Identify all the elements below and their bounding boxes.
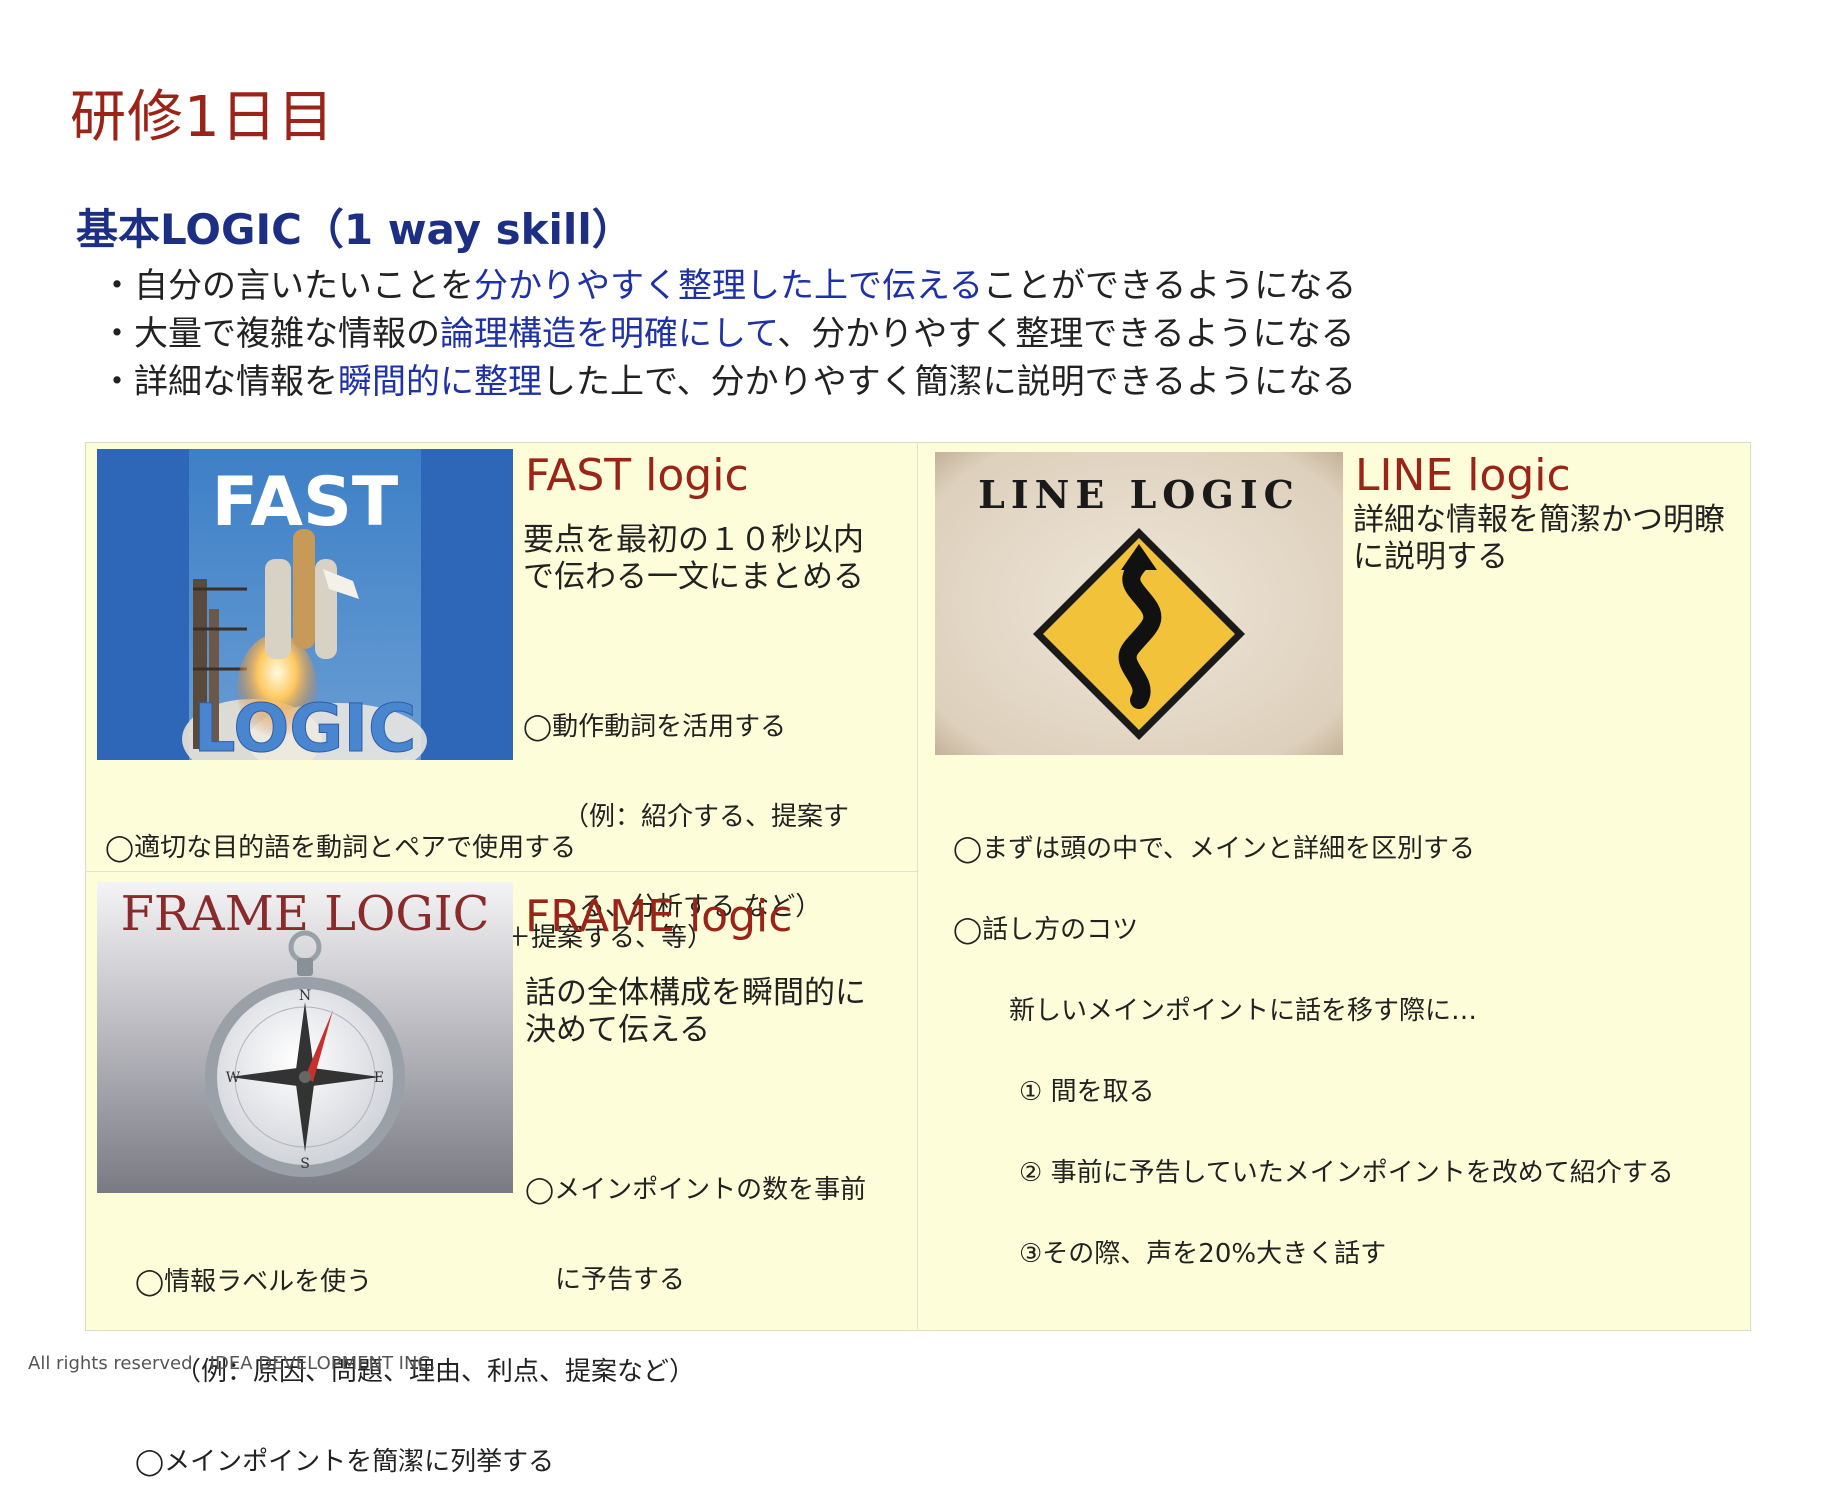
note-line: ◯まずは頭の中で、メインと詳細を区別する: [953, 834, 1476, 864]
objective-text: ・大量で複雑な情報の: [100, 314, 440, 354]
svg-text:S: S: [300, 1156, 310, 1172]
objective-text: ・自分の言いたいことを: [100, 266, 474, 306]
description-line: で伝わる一文にまとめる: [523, 559, 864, 595]
copyright-footer: All rights reserved IDEA DEVELOPMENT INC…: [28, 1353, 436, 1374]
line-notes: ◯まずは頭の中で、メインと詳細を区別する ◯話し方のコツ 新しいメインポイントに…: [953, 782, 1674, 1295]
objective-text: 、分かりやすく整理できるようになる: [777, 314, 1355, 354]
note-line: ◯動作動詞を活用する: [523, 712, 787, 742]
note-line: ◯情報ラベルを使う: [135, 1267, 373, 1297]
note-line: ③その際、声を20%大きく話す: [1019, 1239, 1387, 1269]
fast-logic-description: 要点を最初の１０秒以内 で伝わる一文にまとめる: [523, 522, 864, 596]
description-line: 話の全体構成を瞬間的に: [525, 975, 866, 1011]
frame-logic-title: FRAME logic: [525, 891, 793, 942]
objective-item: ・大量で複雑な情報の論理構造を明確にして、分かりやすく整理できるようになる: [100, 310, 1356, 358]
line-logic-description: 詳細な情報を簡潔かつ明瞭 に説明する: [1353, 502, 1725, 576]
note-line: ② 事前に予告していたメインポイントを改めて紹介する: [1019, 1158, 1674, 1188]
objective-item: ・自分の言いたいことを分かりやすく整理した上で伝えることができるようになる: [100, 262, 1356, 310]
note-line: ◯適切な目的語を動詞とペアで使用する: [105, 833, 577, 863]
panel-divider-vertical: [917, 442, 918, 1329]
note-line: ◯メインポイントの数を事前: [525, 1175, 867, 1205]
frame-logic-description: 話の全体構成を瞬間的に 決めて伝える: [525, 975, 866, 1049]
rocket-launch-image: FAST LOGIC: [97, 449, 513, 760]
objective-text: した上で、分かりやすく簡潔に説明できるようになる: [542, 362, 1356, 402]
section-subtitle: 基本LOGIC（1 way skill）: [76, 205, 634, 254]
page-title: 研修1日目: [70, 85, 335, 150]
fast-image-subtitle: LOGIC: [194, 690, 417, 760]
note-line: ◯話し方のコツ: [953, 915, 1139, 945]
objective-list: ・自分の言いたいことを分かりやすく整理した上で伝えることができるようになる ・大…: [100, 262, 1356, 406]
note-line: ① 間を取る: [1019, 1077, 1155, 1107]
fast-logic-title: FAST logic: [525, 450, 749, 501]
note-line: ◯メインポイントを簡潔に列挙する: [135, 1447, 555, 1477]
description-line: に説明する: [1353, 539, 1508, 575]
svg-text:W: W: [226, 1070, 241, 1086]
objective-highlight: 論理構造を明確にして: [440, 314, 778, 354]
description-line: 要点を最初の１０秒以内: [523, 522, 864, 558]
objective-text: ことができるようになる: [982, 266, 1357, 306]
objective-text: ・詳細な情報を: [100, 362, 338, 402]
note-line: 新しいメインポイントに話を移す際に…: [1009, 996, 1478, 1026]
description-line: 決めて伝える: [525, 1012, 711, 1048]
line-logic-title: LINE logic: [1355, 450, 1571, 501]
winding-road-sign-image: LINE LOGIC: [935, 452, 1343, 755]
description-line: 詳細な情報を簡潔かつ明瞭: [1353, 502, 1725, 538]
svg-text:E: E: [374, 1070, 384, 1086]
svg-text:N: N: [299, 988, 311, 1004]
fast-image-title: FAST: [212, 463, 399, 542]
line-image-title: LINE LOGIC: [978, 472, 1300, 517]
objective-highlight: 瞬間的に整理: [338, 362, 542, 402]
objective-item: ・詳細な情報を瞬間的に整理した上で、分かりやすく簡潔に説明できるようになる: [100, 358, 1356, 406]
objective-highlight: 分かりやすく整理した上で伝える: [474, 266, 983, 306]
compass-image: FRAME LOGIC N S E W: [97, 882, 513, 1193]
